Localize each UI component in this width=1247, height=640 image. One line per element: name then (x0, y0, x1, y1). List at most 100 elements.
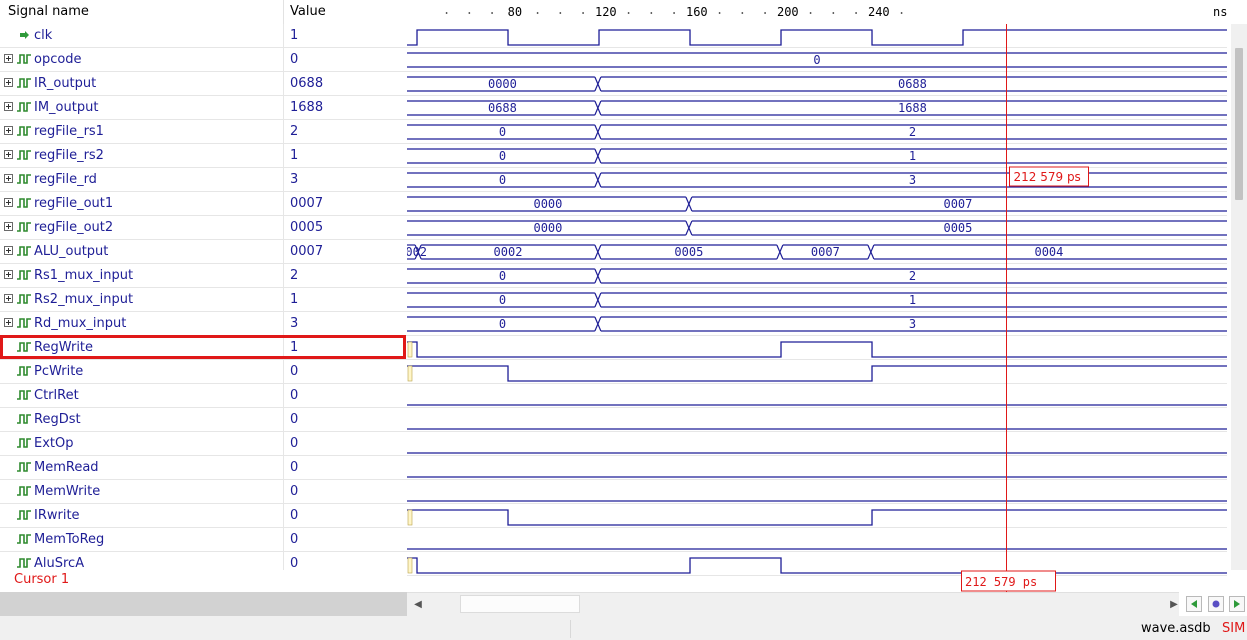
signal-name[interactable]: RegDst (34, 408, 81, 432)
row-divider (283, 240, 284, 264)
signal-name[interactable]: ExtOp (34, 432, 74, 456)
cursor-label[interactable]: Cursor 1 (14, 570, 69, 590)
signal-row[interactable]: IR_output 0688 (0, 72, 407, 96)
regFile_rs2-value-label: 0 (499, 149, 506, 163)
signal-row[interactable]: AluSrcA 0 (0, 552, 407, 570)
row-divider (283, 144, 284, 168)
signal-name[interactable]: Rd_mux_input (34, 312, 126, 336)
signal-row[interactable]: opcode 0 (0, 48, 407, 72)
regFile_out2-value-label: 0005 (943, 221, 972, 235)
signal-row[interactable]: regFile_rs1 2 (0, 120, 407, 144)
signal-row[interactable]: MemRead 0 (0, 456, 407, 480)
signal-row[interactable]: ALU_output 0007 (0, 240, 407, 264)
waveform-pane[interactable]: 80 120 160 200 240 ns 0 0000 0688 0688 1688 0 2 0 1 0 3 0… (407, 0, 1227, 592)
signal-name[interactable]: PcWrite (34, 360, 83, 384)
expand-icon[interactable] (4, 126, 13, 135)
row-divider (283, 168, 284, 192)
cursor-time-readout: 212 579 ps (965, 575, 1037, 589)
signal-name[interactable]: MemToReg (34, 528, 104, 552)
signal-name[interactable]: opcode (34, 48, 82, 72)
signal-name[interactable]: IRwrite (34, 504, 80, 528)
signal-row[interactable]: regFile_out1 0007 (0, 192, 407, 216)
expand-icon[interactable] (4, 150, 13, 159)
ruler-dot (673, 12, 675, 14)
vertical-scrollbar[interactable] (1231, 24, 1247, 570)
row-divider (283, 336, 284, 360)
row-divider (283, 96, 284, 120)
signal-pane-horizontal-scrollbar[interactable] (0, 592, 407, 616)
signal-row[interactable]: PcWrite 0 (0, 360, 407, 384)
row-divider (283, 408, 284, 432)
signal-row[interactable]: regFile_out2 0005 (0, 216, 407, 240)
signal-name[interactable]: regFile_rs2 (34, 144, 104, 168)
IM_output-value-label: 0688 (488, 101, 517, 115)
status-bar (0, 616, 1247, 640)
vertical-scrollbar-thumb[interactable] (1235, 48, 1243, 200)
signal-name[interactable]: RegWrite (34, 336, 93, 360)
signal-row[interactable]: ExtOp 0 (0, 432, 407, 456)
signal-name[interactable]: IR_output (34, 72, 96, 96)
expand-icon[interactable] (4, 78, 13, 87)
row-divider (283, 504, 284, 528)
signal-value: 3 (290, 172, 299, 187)
column-divider[interactable] (283, 0, 284, 24)
signal-row[interactable]: Rs1_mux_input 2 (0, 264, 407, 288)
signal-row[interactable]: IRwrite 0 (0, 504, 407, 528)
expand-icon[interactable] (4, 198, 13, 207)
signal-row[interactable]: IM_output 1688 (0, 96, 407, 120)
signal-row[interactable]: Rd_mux_input 3 (0, 312, 407, 336)
signal-name[interactable]: clk (34, 24, 52, 48)
arrow-right-icon (1234, 600, 1240, 608)
expand-icon[interactable] (4, 270, 13, 279)
signal-row[interactable]: RegWrite 1 (0, 336, 407, 360)
expand-icon[interactable] (4, 54, 13, 63)
expand-icon[interactable] (4, 246, 13, 255)
signal-row[interactable]: CtrlRet 0 (0, 384, 407, 408)
signal-name[interactable]: regFile_out2 (34, 216, 113, 240)
next-transition-button[interactable] (1229, 596, 1245, 612)
signal-name[interactable]: regFile_rs1 (34, 120, 104, 144)
signal-wave-icon (17, 174, 31, 184)
expand-icon[interactable] (4, 102, 13, 111)
signal-row[interactable]: regFile_rd 3 (0, 168, 407, 192)
ruler-dot (741, 12, 744, 14)
horizontal-scrollbar-thumb[interactable] (460, 595, 580, 613)
previous-transition-button[interactable] (1186, 596, 1202, 612)
current-cursor-button[interactable] (1208, 596, 1224, 612)
signal-row[interactable]: MemWrite 0 (0, 480, 407, 504)
signal-name-column-header[interactable]: Signal name (8, 0, 89, 24)
signal-row[interactable]: clk 1 (0, 24, 407, 48)
clock-signal-icon (20, 31, 29, 39)
row-divider (283, 360, 284, 384)
waveform-canvas[interactable]: 80 120 160 200 240 ns00000 06880688 16880 20 10 30… (407, 0, 1227, 592)
expand-icon[interactable] (4, 174, 13, 183)
ruler-dot (764, 12, 766, 14)
row-divider (283, 216, 284, 240)
signal-name[interactable]: MemRead (34, 456, 99, 480)
row-divider (283, 552, 284, 570)
signal-row[interactable]: Rs2_mux_input 1 (0, 288, 407, 312)
expand-icon[interactable] (4, 222, 13, 231)
signal-name[interactable]: Rs1_mux_input (34, 264, 133, 288)
signal-value: 0 (290, 484, 299, 499)
scroll-left-arrow-icon[interactable]: ◀ (411, 598, 425, 612)
signal-name[interactable]: IM_output (34, 96, 98, 120)
signal-name[interactable]: MemWrite (34, 480, 100, 504)
signal-row[interactable]: RegDst 0 (0, 408, 407, 432)
expand-icon[interactable] (4, 294, 13, 303)
signal-name[interactable]: regFile_rd (34, 168, 97, 192)
opcode-value-label: 0 (813, 53, 820, 67)
signal-row[interactable]: regFile_rs2 1 (0, 144, 407, 168)
expand-icon[interactable] (4, 318, 13, 327)
signal-name[interactable]: regFile_out1 (34, 192, 113, 216)
row-divider (283, 312, 284, 336)
signal-name[interactable]: Rs2_mux_input (34, 288, 133, 312)
signal-name[interactable]: AluSrcA (34, 552, 84, 570)
signal-name[interactable]: ALU_output (34, 240, 108, 264)
regFile_rd-value-label: 3 (909, 173, 916, 187)
value-column-header[interactable]: Value (290, 0, 326, 24)
scroll-right-arrow-icon[interactable]: ▶ (1167, 598, 1181, 612)
signal-row[interactable]: MemToReg 0 (0, 528, 407, 552)
signal-name[interactable]: CtrlRet (34, 384, 79, 408)
signal-wave-icon (17, 54, 31, 64)
